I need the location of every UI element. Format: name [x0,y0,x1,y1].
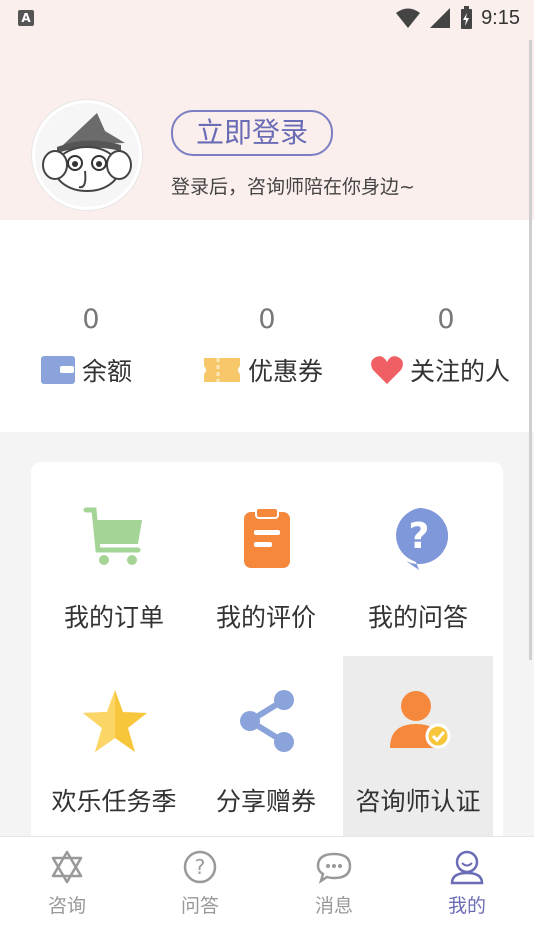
question-circle-icon: ? [183,850,217,884]
user-face-icon [450,850,484,885]
stat-label: 余额 [82,357,133,386]
menu-label: 我的评价 [215,603,316,632]
star-icon [83,690,147,752]
notification-app-icon: A [18,10,34,26]
menu-label: 咨询师认证 [355,787,481,816]
stat-coupons[interactable]: 0 优惠券 [202,300,332,388]
scrollbar[interactable] [529,40,532,660]
signal-icon [430,8,451,28]
share-icon [240,690,294,752]
ticket-icon [204,358,240,382]
tab-messages[interactable]: 消息 [289,849,379,918]
stat-value: 0 [258,304,276,335]
star-of-david-icon [51,850,83,884]
svg-text:?: ? [409,516,430,557]
menu-item-reviews[interactable]: 我的评价 [191,472,341,652]
menu-item-qa[interactable]: ? 我的问答 [343,472,493,652]
menu-label: 我的问答 [367,603,468,632]
stat-label: 关注的人 [410,357,511,386]
stat-following[interactable]: 0 关注的人 [370,300,522,388]
wifi-icon [396,8,421,28]
chat-bubble-icon [316,852,352,884]
menu-label: 欢乐任务季 [51,787,177,816]
stat-balance[interactable]: 0 余额 [40,300,142,388]
tab-qa[interactable]: ? 问答 [155,849,245,918]
status-bar: A 9:15 [0,0,534,38]
tab-label: 问答 [180,895,219,917]
stats-row: 0 余额 0 优惠券 0 关注的人 [0,300,534,420]
svg-text:?: ? [195,855,206,879]
battery-icon [461,6,473,29]
menu-card: 我的订单 我的评价 ? 我的问答 欢乐任务季 分享赠券 咨询师认证 [31,462,503,862]
elephant-wizard-avatar-icon [42,113,132,192]
menu-item-orders[interactable]: 我的订单 [39,472,189,652]
menu-item-counselor-cert[interactable]: 咨询师认证 [343,656,493,836]
heart-icon [371,356,403,384]
menu-label: 分享赠券 [215,787,316,816]
login-button[interactable]: 立即登录 [171,110,333,156]
tab-label: 咨询 [47,895,86,917]
menu-item-tasks[interactable]: 欢乐任务季 [39,656,189,836]
tab-consult[interactable]: 咨询 [22,849,112,918]
tab-bar: 咨询 ? 问答 消息 我的 [0,836,534,951]
stat-value: 0 [437,304,455,335]
tab-label: 我的 [447,895,486,917]
counselor-verified-icon [390,691,451,749]
menu-item-share[interactable]: 分享赠券 [191,656,341,836]
tab-label: 消息 [314,895,353,917]
wallet-icon [41,356,75,384]
clock: 9:15 [481,6,520,29]
clipboard-icon [244,507,290,568]
login-tip: 登录后，咨询师陪在你身边~ [171,176,415,198]
stat-label: 优惠券 [248,357,324,386]
stat-value: 0 [82,304,100,335]
tab-mine[interactable]: 我的 [422,849,512,918]
avatar[interactable] [32,100,142,210]
menu-label: 我的订单 [63,603,164,632]
cart-icon [83,507,142,565]
question-bubble-icon: ? [396,507,449,570]
